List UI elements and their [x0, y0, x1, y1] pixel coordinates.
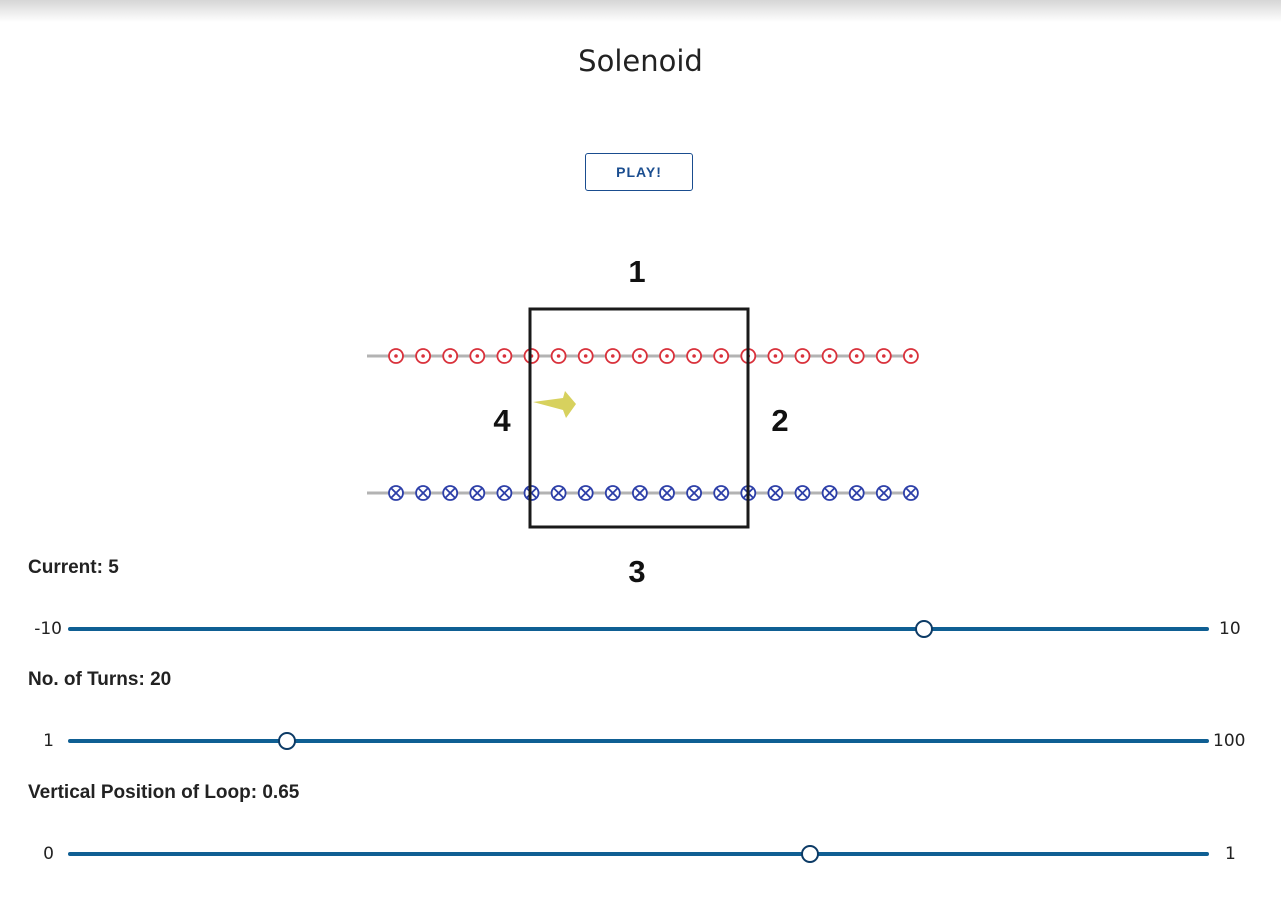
- wire-out-icon: [713, 348, 730, 364]
- wire-out-icon: [686, 348, 702, 364]
- current-label: Current: 5: [28, 557, 119, 579]
- side-label-1: 1: [628, 254, 645, 289]
- wire-out-icon: [442, 348, 459, 364]
- current-slider-thumb[interactable]: [914, 620, 933, 638]
- wire-out-icon: [875, 348, 892, 364]
- turns-slider-track[interactable]: [68, 732, 1209, 750]
- wire-in-icon: [496, 485, 513, 501]
- wire-out-icon: [469, 348, 486, 364]
- turns-label: No. of Turns: 20: [28, 669, 171, 691]
- wire-out-icon: [496, 348, 513, 364]
- wire-in-icon: [388, 485, 404, 501]
- wire-out-icon: [523, 348, 540, 364]
- turns-label-text: No. of Turns:: [28, 669, 151, 690]
- wire-out-icon: [388, 348, 404, 364]
- wire-in-icon: [442, 485, 459, 501]
- position-label-text: Vertical Position of Loop:: [28, 782, 263, 803]
- wire-in-icon: [794, 485, 811, 501]
- wire-in-icon: [577, 485, 594, 501]
- current-min-label: -10: [34, 619, 62, 639]
- wire-in-icon: [550, 485, 567, 501]
- side-label-3: 3: [628, 554, 645, 589]
- force-arrow-icon: [533, 391, 576, 418]
- current-value: 5: [108, 557, 119, 578]
- wire-out-icon: [740, 348, 757, 364]
- wire-in-icon: [848, 485, 865, 501]
- bottom-wire-row: [388, 485, 919, 501]
- wire-in-icon: [875, 485, 892, 501]
- play-button[interactable]: PLAY!: [585, 153, 693, 191]
- wire-in-icon: [659, 485, 675, 501]
- position-min-label: 0: [43, 844, 54, 864]
- position-slider-track[interactable]: [68, 845, 1209, 863]
- position-value: 0.65: [262, 782, 300, 803]
- wire-out-icon: [848, 348, 865, 364]
- wire-out-icon: [659, 348, 675, 364]
- solenoid-diagram: 1 2 3 4: [367, 254, 919, 589]
- wire-out-icon: [550, 348, 567, 364]
- turns-value: 20: [150, 669, 172, 690]
- turns-min-label: 1: [43, 731, 54, 751]
- wire-in-icon: [415, 485, 432, 501]
- wire-in-icon: [713, 485, 730, 501]
- wire-out-icon: [604, 348, 621, 364]
- wire-out-icon: [821, 348, 838, 364]
- wire-in-icon: [523, 485, 540, 501]
- wire-in-icon: [632, 485, 648, 501]
- wire-out-icon: [767, 348, 784, 364]
- turns-max-label: 100: [1213, 731, 1246, 751]
- wire-in-icon: [604, 485, 621, 501]
- wire-out-icon: [577, 348, 594, 364]
- position-slider-thumb[interactable]: [800, 845, 819, 863]
- current-loop: [528, 307, 750, 529]
- top-wire-row: [388, 348, 919, 364]
- turns-slider-thumb[interactable]: [277, 732, 296, 750]
- wire-in-icon: [469, 485, 486, 501]
- wire-out-icon: [632, 348, 648, 364]
- wire-in-icon: [740, 485, 757, 501]
- current-max-label: 10: [1219, 619, 1241, 639]
- page-title: Solenoid: [578, 44, 703, 78]
- wire-out-icon: [794, 348, 811, 364]
- side-label-4: 4: [493, 403, 511, 438]
- wire-in-icon: [767, 485, 784, 501]
- side-label-2: 2: [771, 403, 788, 438]
- wire-out-icon: [903, 348, 919, 364]
- current-slider-track[interactable]: [68, 620, 1209, 638]
- position-max-label: 1: [1225, 844, 1236, 864]
- wire-in-icon: [821, 485, 838, 501]
- wire-out-icon: [415, 348, 432, 364]
- position-label: Vertical Position of Loop: 0.65: [28, 782, 299, 804]
- top-bar-shadow: [0, 0, 1281, 22]
- wire-in-icon: [903, 485, 919, 501]
- current-label-text: Current:: [28, 557, 109, 578]
- wire-in-icon: [686, 485, 702, 501]
